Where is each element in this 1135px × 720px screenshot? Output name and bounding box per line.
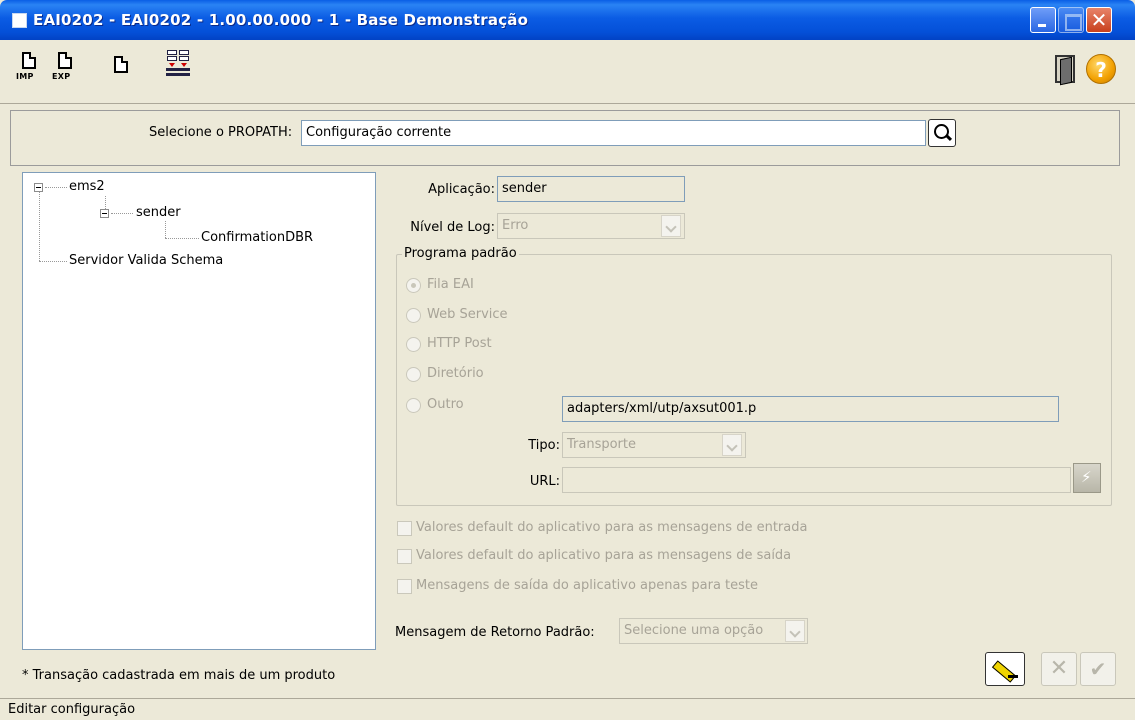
checkbox-default-entrada[interactable] (397, 521, 412, 536)
radio-outro[interactable] (406, 398, 421, 413)
close-button[interactable]: ✕ (1086, 7, 1112, 33)
tree-node-sender[interactable]: sender (136, 205, 181, 220)
radio-fila-eai-label: Fila EAI (427, 277, 474, 292)
tree-node-servidor-valida-schema[interactable]: Servidor Valida Schema (69, 253, 223, 268)
import-label: IMP (16, 72, 34, 81)
cancel-button[interactable]: ✕ (1041, 652, 1077, 686)
tree-line (39, 261, 67, 262)
export-label: EXP (52, 72, 71, 81)
edit-button[interactable] (985, 652, 1025, 686)
tree-line (111, 213, 133, 214)
lightning-icon[interactable] (1073, 463, 1101, 493)
export-button[interactable]: EXP (50, 48, 84, 84)
configuration-tree[interactable]: ems2 sender ConfirmationDBR Servidor Val… (22, 172, 376, 650)
chevron-down-icon[interactable] (661, 215, 681, 237)
exit-door-icon[interactable] (1055, 55, 1075, 83)
retorno-padrao-select[interactable]: Selecione uma opção (619, 618, 808, 644)
retorno-padrao-label: Mensagem de Retorno Padrão: (395, 625, 595, 640)
radio-web-service[interactable] (406, 308, 421, 323)
title-bar[interactable]: EAI0202 - EAI0202 - 1.00.00.000 - 1 - Ba… (0, 0, 1135, 40)
tree-node-ems2[interactable]: ems2 (69, 179, 105, 194)
checkbox-default-saida-label: Valores default do aplicativo para as me… (416, 548, 792, 563)
maximize-button[interactable] (1058, 7, 1084, 33)
tree-node-confirmationdbr[interactable]: ConfirmationDBR (201, 230, 313, 245)
propath-field[interactable]: Configuração corrente (301, 120, 926, 146)
confirm-button[interactable]: ✔ (1080, 652, 1116, 686)
url-label: URL: (529, 474, 560, 489)
tree-line (165, 221, 166, 238)
collapse-toggle-icon[interactable] (100, 209, 109, 218)
tipo-select[interactable]: Transporte (562, 432, 746, 458)
url-field[interactable] (562, 467, 1071, 493)
checkbox-default-entrada-label: Valores default do aplicativo para as me… (416, 520, 808, 535)
status-text: Editar configuração (8, 702, 136, 717)
radio-web-service-label: Web Service (427, 307, 508, 322)
radio-http-post-label: HTTP Post (427, 336, 492, 351)
window-app-icon (12, 13, 27, 28)
chevron-down-icon[interactable] (722, 434, 742, 456)
nivel-log-select[interactable]: Erro (497, 213, 685, 239)
minimize-icon (1031, 8, 1055, 32)
propath-label: Selecione o PROPATH: (149, 125, 293, 140)
export-icon (58, 52, 72, 69)
search-button[interactable] (928, 119, 956, 147)
chevron-down-icon[interactable] (785, 620, 805, 642)
programa-padrao-title: Programa padrão (402, 246, 519, 261)
help-icon[interactable]: ? (1086, 54, 1116, 84)
tree-line (45, 187, 67, 188)
minimize-button[interactable] (1030, 7, 1056, 33)
aplicacao-label: Aplicação: (428, 182, 495, 197)
import-icon (22, 52, 36, 69)
checkbox-default-saida[interactable] (397, 549, 412, 564)
radio-outro-label: Outro (427, 397, 464, 412)
window-title: EAI0202 - EAI0202 - 1.00.00.000 - 1 - Ba… (33, 11, 529, 29)
tree-line (39, 191, 40, 261)
radio-http-post[interactable] (406, 337, 421, 352)
toolbar: IMP EXP (0, 40, 1135, 104)
close-icon: ✕ (1090, 8, 1108, 32)
radio-fila-eai[interactable] (406, 278, 421, 293)
propath-panel: Selecione o PROPATH: Configuração corren… (10, 110, 1120, 166)
radio-diretorio[interactable] (406, 367, 421, 382)
collapse-toggle-icon[interactable] (34, 183, 43, 192)
new-document-icon (114, 56, 128, 73)
maximize-icon (1059, 8, 1083, 32)
status-bar: Editar configuração (0, 698, 1135, 720)
checkbox-saida-teste-label: Mensagens de saída do aplicativo apenas … (416, 578, 759, 593)
tree-line (165, 238, 199, 239)
import-button[interactable]: IMP (14, 48, 48, 84)
layout-button[interactable] (162, 48, 196, 84)
footnote: * Transação cadastrada em mais de um pro… (22, 668, 336, 683)
tree-line (105, 196, 106, 209)
radio-diretorio-label: Diretório (427, 366, 484, 381)
new-button[interactable] (104, 48, 138, 84)
outro-program-field[interactable]: adapters/xml/utp/axsut001.p (562, 396, 1059, 422)
tipo-label: Tipo: (528, 438, 560, 453)
aplicacao-field: sender (497, 176, 685, 202)
grid-layout-icon (166, 50, 192, 76)
nivel-log-label: Nível de Log: (410, 220, 495, 235)
checkbox-saida-teste[interactable] (397, 579, 412, 594)
